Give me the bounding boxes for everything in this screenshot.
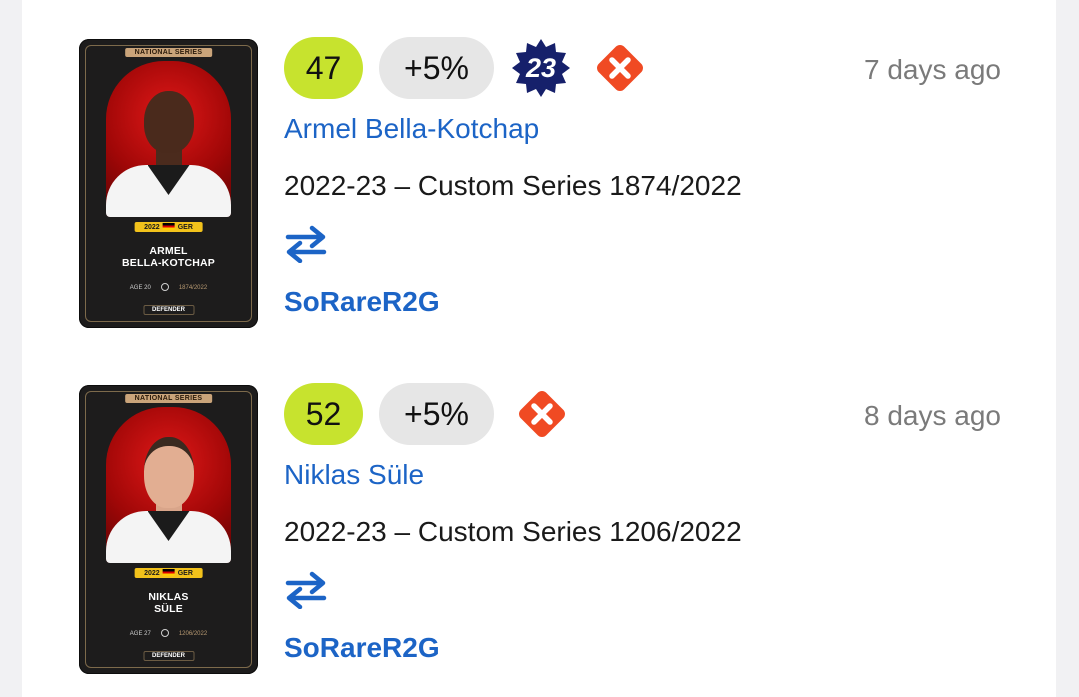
player-card-image[interactable]: NATIONAL SERIES 2022 GER NIKLAS SÜLE AGE … [79,385,258,674]
transfer-arrows-icon [284,571,328,610]
card-season-ribbon: 2022 GER [134,222,203,232]
player-card-image[interactable]: NATIONAL SERIES 2022 GER ARMEL BELLA-KOTC… [79,39,258,328]
owner-link[interactable]: SoRareR2G [284,632,440,664]
list-item[interactable]: NATIONAL SERIES 2022 GER ARMEL BELLA-KOTC… [22,37,1056,337]
card-age: AGE 20 [129,285,151,291]
card-season-ribbon: 2022 GER [134,568,203,578]
card-name-line1: NIKLAS [148,591,189,603]
owner-link[interactable]: SoRareR2G [284,286,440,318]
germany-flag-icon [162,223,175,230]
activity-panel: NATIONAL SERIES 2022 GER ARMEL BELLA-KOTC… [22,0,1056,697]
list-item[interactable]: NATIONAL SERIES 2022 GER NIKLAS SÜLE AGE … [22,383,1056,683]
red-cross-diamond-icon [589,37,651,99]
card-country: GER [177,224,193,231]
germany-flag-icon [162,569,175,576]
player-head [143,91,194,153]
bonus-pill: +5% [379,383,494,445]
card-serial: 1206/2022 [178,631,208,637]
score-pill: 52 [284,383,363,445]
player-name-link[interactable]: Niklas Süle [284,459,424,491]
bonus-pill: +5% [379,37,494,99]
timestamp: 8 days ago [864,400,1001,431]
card-season: 2022 [144,224,160,231]
timestamp: 7 days ago [864,54,1001,85]
transfer-arrows-icon [284,225,328,264]
red-cross-diamond-icon [511,383,573,445]
card-position: DEFENDER [142,305,195,315]
score-pill: 47 [284,37,363,99]
card-detail: 2022-23 – Custom Series 1206/2022 [284,516,742,547]
card-series-label: NATIONAL SERIES [124,394,213,403]
card-emblem-icon [160,283,169,291]
card-meta: AGE 27 1206/2022 [79,629,258,637]
player-head [143,437,194,508]
card-name-line2: SÜLE [154,603,183,615]
card-name-line2: BELLA-KOTCHAP [121,257,215,269]
player-photo [106,407,231,563]
card-country: GER [177,570,193,577]
player-name-link[interactable]: Armel Bella-Kotchap [284,113,539,145]
card-detail: 2022-23 – Custom Series 1874/2022 [284,170,742,201]
card-emblem-icon [160,629,169,637]
card-meta: AGE 20 1874/2022 [79,283,258,291]
card-position: DEFENDER [142,651,195,661]
card-series-label: NATIONAL SERIES [124,48,213,57]
card-player-name: NIKLAS SÜLE [79,591,258,615]
card-season: 2022 [144,570,160,577]
card-age: AGE 27 [129,631,151,637]
starburst-badge-icon: 23 [509,37,573,99]
card-serial: 1874/2022 [178,285,208,291]
player-photo [106,61,231,217]
badge-number: 23 [525,53,557,83]
card-name-line1: ARMEL [149,245,188,257]
card-player-name: ARMEL BELLA-KOTCHAP [79,245,258,269]
